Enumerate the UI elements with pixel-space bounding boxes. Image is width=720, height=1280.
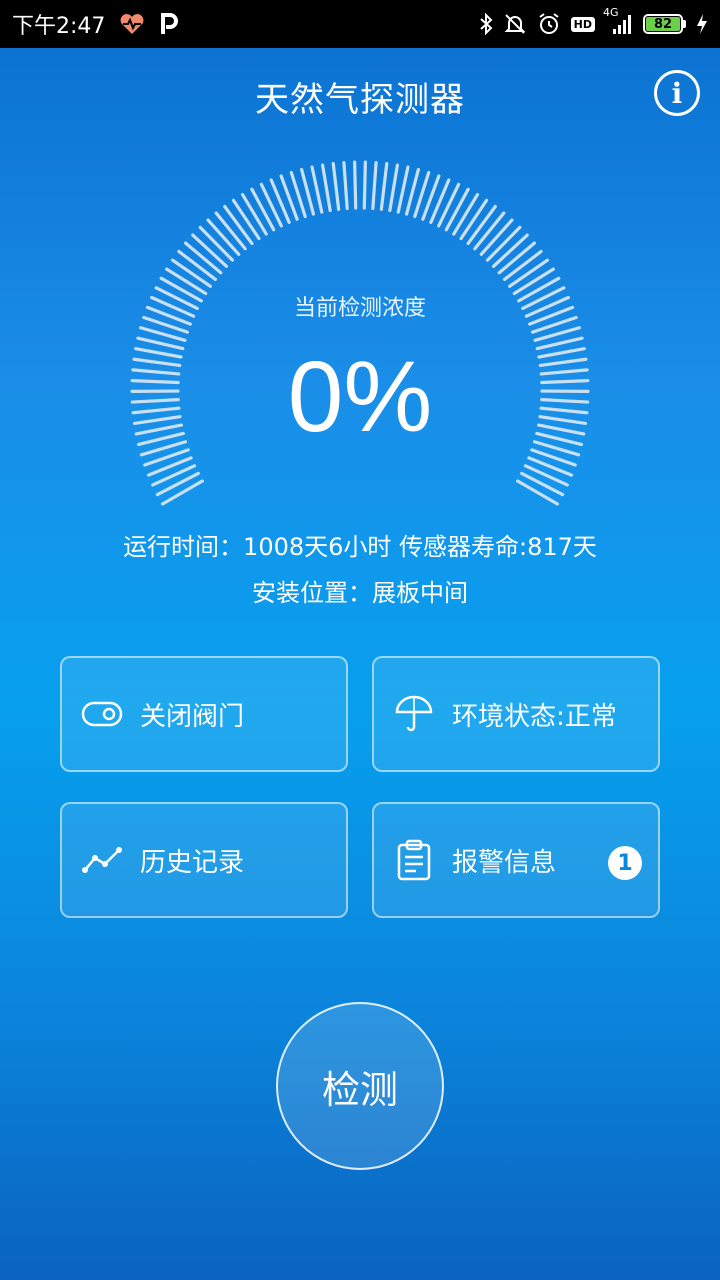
gauge-tick: [250, 187, 276, 232]
page-title: 天然气探测器: [255, 80, 465, 120]
gauge-tick: [259, 182, 283, 228]
gauge-tick: [516, 479, 560, 506]
gauge-tick: [444, 187, 470, 232]
network-type-label: 4G: [603, 6, 619, 19]
detect-label: 检测: [321, 1067, 398, 1112]
gauge-tick: [379, 161, 389, 211]
gauge-value: 0%: [287, 341, 433, 453]
alarm-info-label: 报警信息: [452, 847, 557, 878]
gauge-tick: [353, 160, 358, 210]
parking-app-icon: [159, 12, 179, 36]
close-valve-label: 关闭阀门: [140, 701, 245, 732]
gauge-tick: [155, 471, 200, 497]
notifications-off-icon: [503, 12, 527, 36]
gauge-tick: [160, 479, 204, 506]
status-bar: 下午2:47 HD 4G 82: [0, 0, 720, 48]
trend-line-icon: [80, 838, 124, 882]
signal-strength-icon: 4G: [603, 7, 633, 35]
gauge-label: 当前检测浓度: [293, 296, 426, 321]
alarm-clock-icon: [537, 12, 561, 36]
umbrella-icon: [392, 692, 436, 736]
gauge-tick: [310, 165, 324, 214]
hd-voice-badge: HD: [570, 16, 595, 32]
info-button[interactable]: i: [654, 70, 700, 116]
gauge-tick: [321, 163, 332, 213]
gauge-tick: [231, 198, 261, 241]
history-label: 历史记录: [140, 847, 245, 878]
bluetooth-icon: [479, 12, 493, 36]
gauge-tick: [520, 471, 565, 497]
gauge-tick: [362, 160, 367, 210]
gauge-tick: [240, 192, 268, 236]
gauge-tick: [523, 464, 569, 487]
alarm-count-badge: 1: [608, 846, 642, 880]
gauge-tick: [507, 258, 550, 288]
battery-level: 82: [646, 17, 680, 32]
gauge-tick: [388, 163, 399, 213]
concentration-gauge: 当前检测浓度 0%: [120, 160, 600, 520]
environment-status-label: 环境状态:正常: [452, 701, 617, 732]
status-time: 下午2:47: [12, 14, 106, 39]
environment-status-button[interactable]: 环境状态:正常: [372, 656, 660, 772]
gauge-tick: [331, 161, 341, 211]
charging-icon: [696, 13, 708, 35]
info-icon: i: [671, 76, 683, 110]
history-button[interactable]: 历史记录: [60, 802, 348, 918]
toggle-switch-icon: [80, 692, 124, 736]
gauge-tick: [452, 192, 480, 236]
runtime-info: 运行时间：1008天6小时 传感器寿命:817天: [123, 533, 597, 561]
gauge-tick: [371, 160, 378, 211]
gauge-tick: [342, 160, 349, 211]
detect-button[interactable]: 检测: [276, 1002, 444, 1170]
install-location: 安装位置：展板中间: [252, 579, 468, 607]
gauge-tick: [396, 165, 410, 214]
close-valve-button[interactable]: 关闭阀门: [60, 656, 348, 772]
battery-icon: 82: [643, 14, 686, 34]
alarm-info-button[interactable]: 报警信息 1: [372, 802, 660, 918]
gauge-tick: [459, 198, 489, 241]
gauge-tick: [170, 258, 213, 288]
heart-rate-icon: [119, 13, 145, 35]
gauge-tick: [151, 464, 197, 487]
gauge-tick: [437, 182, 461, 228]
clipboard-icon: [392, 838, 436, 882]
